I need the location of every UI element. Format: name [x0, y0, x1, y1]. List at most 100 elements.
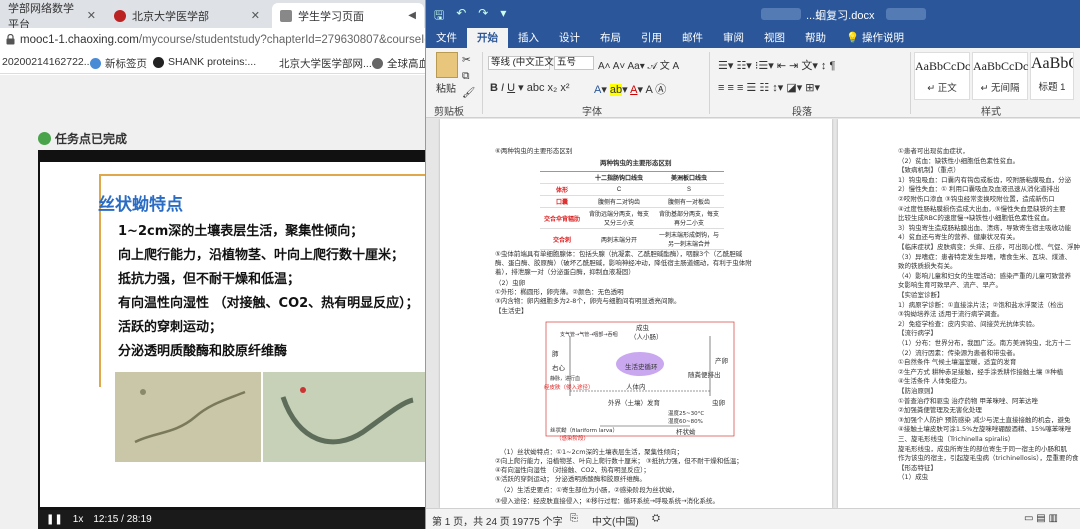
doc-line: 1）病原学诊断：①直接涂片法；②饱和盐水浮聚法（检出	[898, 300, 1064, 309]
bookmark-4[interactable]: 北京大学医学部网...	[279, 56, 372, 71]
grid-icon	[90, 58, 101, 69]
tab-review[interactable]: 审阅	[713, 28, 754, 48]
shank-icon	[153, 56, 164, 68]
tell-me-search[interactable]: 💡 操作说明	[836, 28, 914, 48]
save-icon[interactable]: 🖫	[434, 6, 444, 27]
word-count[interactable]: 19775 个字	[512, 513, 563, 528]
undo-icon[interactable]: ↶	[456, 6, 466, 27]
doc-line: 【致病机制】（重点）	[898, 166, 960, 175]
page-count[interactable]: 第 1 页，共 24 页	[432, 513, 510, 528]
document-title: ...蛔复习.docx	[806, 10, 875, 22]
style-sample: AaBbCcDc	[915, 59, 971, 73]
close-icon[interactable]: ✕	[87, 9, 96, 22]
doc-line: 3）钩虫寄生造成肠粘膜出血、溃疡，导致寄生宿主吸收功能	[898, 223, 1072, 232]
font-size-select[interactable]: 五号	[554, 56, 594, 70]
doc-line: 着），排泄腺一对（分泌蛋白酶，抑制血液凝固）	[495, 268, 635, 276]
bookmark-2[interactable]: 新标签页	[90, 56, 147, 71]
style-no-spacing[interactable]: AaBbCcDc ↵ 无间隔	[972, 52, 1028, 100]
doc-line: 【流行病学】	[898, 329, 937, 338]
font-format-buttons[interactable]: B I U ▾ abc x₂ x²	[490, 81, 570, 94]
tab-design[interactable]: 设计	[549, 28, 590, 48]
align-buttons[interactable]: ≡ ≡ ≡ ☰ ☷ ↕▾ ◪▾ ⊞▾	[718, 81, 820, 94]
word-window: 🖫 ↶ ↷ ▾ ...蛔复习.docx 文件 开始 插入 设计 布局 引用 邮件…	[425, 0, 1080, 529]
tab-view[interactable]: 视图	[754, 28, 795, 48]
doc-line: 三、旋毛形线虫（Trichinella spiralis）	[898, 435, 1015, 443]
url-text[interactable]: mooc1-1.chaoxing.com/mycourse/studentstu…	[20, 34, 444, 46]
paste-icon[interactable]	[436, 52, 458, 78]
tab-help[interactable]: 帮助	[795, 28, 836, 48]
browser-tab-1[interactable]: 学部网络数学平台 ✕	[0, 3, 104, 31]
close-icon[interactable]: ✕	[251, 9, 260, 22]
style-heading-1[interactable]: AaBbC 标题 1	[1030, 52, 1074, 100]
doc-heading: ⑥两种钩虫的主要形态区别	[495, 147, 573, 155]
slide-line: 抵抗力强，但不耐干燥和低温；	[118, 272, 301, 287]
tab-file[interactable]: 文件	[426, 28, 467, 48]
style-sample: AaBbC	[1031, 55, 1073, 72]
list-buttons[interactable]: ☰▾ ☷▾ ⁝☰▾ ⇤ ⇥ 文▾ ↕ ¶	[718, 57, 835, 73]
slide-line: 有向温性向湿性 （对接触、CO2、热有明显反应）；	[118, 296, 419, 311]
diagram-vein: 静脉，进行血	[550, 376, 581, 382]
bookmark-1[interactable]: 20200214162722...	[2, 56, 93, 68]
tab-layout[interactable]: 布局	[590, 28, 631, 48]
styles-group-label: 样式	[981, 107, 1001, 118]
speed-button[interactable]: 1x	[73, 514, 84, 525]
tab-mailings[interactable]: 邮件	[672, 28, 713, 48]
doc-line: ③钩蚴培养法 适用于流行病学调查。	[898, 310, 1004, 319]
check-circle-icon	[38, 132, 51, 145]
grow-shrink-font-icon[interactable]: A˄ A˅ Aa▾ 𝒜 文 A	[598, 57, 679, 72]
doc-line: ②生产方式 耕种赤足接触，经手涂丢耕作接触土壤 ③种植	[898, 367, 1064, 376]
text-effects-icon[interactable]: A▾ ab▾ A▾ A Ⓐ	[594, 81, 666, 97]
tab-2-label: 北京大学医学部	[132, 10, 209, 23]
ribbon-divider	[910, 52, 911, 114]
ribbon-divider	[482, 52, 483, 114]
browser-tab-2[interactable]: 北京大学医学部 ✕	[106, 3, 268, 28]
tab-references[interactable]: 引用	[631, 28, 672, 48]
diagram-adult-site: （人小肠）	[630, 333, 663, 341]
style-name: ↵ 正文	[927, 83, 957, 94]
customize-icon[interactable]: ▾	[500, 6, 506, 27]
table-cell: 两刺末端分开	[584, 228, 655, 250]
style-sample: AaBbCcDc	[973, 59, 1029, 73]
language-indicator[interactable]: 中文(中国)	[592, 513, 639, 528]
document-area[interactable]: ⑥两种钩虫的主要形态区别 两种钩虫的主要形态区别 十二指肠钩口线虫 美洲板口线虫…	[426, 119, 1080, 508]
document-page-1[interactable]: ⑥两种钩虫的主要形态区别 两种钩虫的主要形态区别 十二指肠钩口线虫 美洲板口线虫…	[440, 119, 832, 508]
table-row: 交合刺 两刺末端分开 一刺末端形成倒钩，与另一刺末端合并	[540, 228, 725, 250]
bookmark-3[interactable]: SHANK proteins:...	[153, 56, 256, 68]
cut-icon[interactable]: ✂	[462, 54, 471, 66]
doc-line: （4）影响儿童和妇女的生理活动：感染严重的儿童可致营养	[898, 271, 1072, 280]
tab-insert[interactable]: 插入	[508, 28, 549, 48]
doc-line: 【实验室诊断】	[898, 291, 944, 299]
time-display: 12:15 / 28:19	[93, 514, 152, 525]
paste-button[interactable]: 粘贴	[436, 80, 456, 95]
proofing-icon[interactable]: ⎘	[570, 513, 578, 524]
style-normal[interactable]: AaBbCcDc ↵ 正文	[914, 52, 970, 100]
format-painter-icon[interactable]: 🖌	[462, 86, 475, 99]
table-header-row: 十二指肠钩口线虫 美洲板口线虫	[540, 171, 725, 184]
bookmark-5[interactable]: 全球高血	[372, 56, 429, 71]
diagram-outside: 外界（土壤）发育	[608, 399, 660, 407]
tab-1-label: 学部网络数学平台	[8, 2, 74, 31]
doc-line: ①普查治疗和驱虫 治疗药物 甲苯咪唑、阿苯达唑	[898, 396, 1038, 405]
doc-line: 2）免疫学检查：皮内实验、间接荧光抗体实验。	[898, 319, 1039, 328]
diagram-egg: 虫卵	[712, 399, 725, 407]
view-mode-icons[interactable]: ▭ ▤ ▥	[1024, 513, 1058, 524]
redacted-area	[761, 8, 801, 20]
accessibility-icon[interactable]: ⛭	[652, 513, 660, 524]
table-cell: 交合伞背辐肋	[540, 207, 585, 229]
diagram-host: 人体内	[626, 383, 646, 391]
doc-line: 【防治原则】	[898, 387, 937, 395]
tab-home[interactable]: 开始	[467, 28, 508, 48]
table-cell: 腹侧有一对板齿	[654, 195, 725, 208]
font-name-select[interactable]: 等线 (中文正文	[488, 56, 554, 70]
status-bar: 第 1 页，共 24 页 19775 个字 ⎘ 中文(中国) ⛭ ▭ ▤ ▥	[426, 508, 1080, 529]
browser-tab-3[interactable]: 学生学习页面 ◀	[272, 3, 424, 28]
document-page-2[interactable]: ①患者可出现贫血症状， （2）贫血：缺铁性小细胞低色素性贫血。 【致病机制】（重点）…	[838, 119, 1080, 508]
doc-line: 比较生成RBC的速度慢→缺铁性小细胞低色素性贫血。	[898, 214, 1054, 223]
doc-line: 【生活史】	[495, 307, 528, 315]
speaker-icon[interactable]: ◀	[408, 10, 416, 21]
redo-icon[interactable]: ↷	[478, 6, 488, 27]
pause-icon[interactable]: ❚❚	[46, 514, 63, 525]
doc-line: ①患者可出现贫血症状，	[898, 147, 969, 155]
copy-icon[interactable]: ⧉	[462, 70, 470, 83]
diagram-humidity: 湿度60~80%	[668, 419, 703, 425]
